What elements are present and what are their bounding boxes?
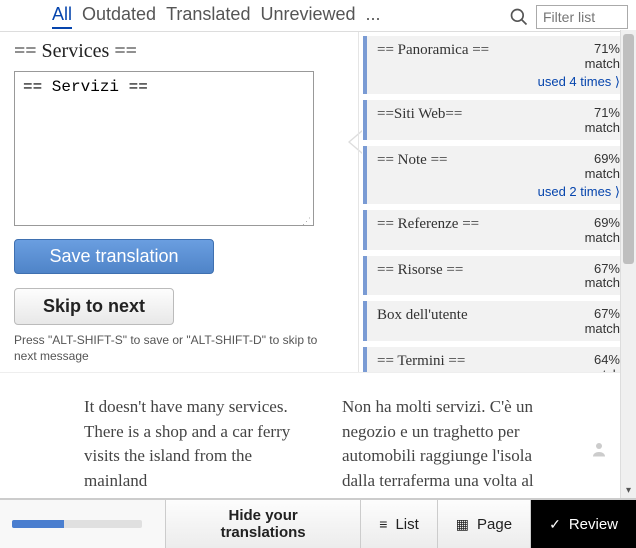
tab-translated[interactable]: Translated: [166, 4, 250, 29]
suggestion-item[interactable]: Box dell'utente 67%match: [363, 301, 628, 341]
suggestion-score: 67%match: [579, 307, 620, 337]
context-target: Non ha molti servizi. C'è un negozio e u…: [342, 395, 552, 484]
suggestions-list[interactable]: == Panoramica == 71%match used 4 times ⟩…: [358, 32, 636, 372]
list-icon: ≡: [379, 516, 387, 532]
scroll-down-icon[interactable]: ▾: [621, 482, 636, 498]
suggestion-item[interactable]: == Note == 69%match used 2 times ⟩: [363, 146, 628, 204]
suggestion-text: == Referenze ==: [377, 216, 479, 233]
translation-input[interactable]: [14, 71, 314, 226]
save-translation-button[interactable]: Save translation: [14, 239, 214, 274]
check-icon: ✓: [549, 516, 561, 533]
suggestion-used-link[interactable]: used 2 times ⟩: [377, 184, 620, 200]
suggestion-score: 71%match: [579, 106, 620, 136]
user-avatar-icon: [590, 440, 608, 458]
review-button[interactable]: ✓ Review: [530, 500, 636, 548]
tab-more[interactable]: ...: [366, 4, 381, 29]
suggestion-item[interactable]: == Termini == 64%match: [363, 347, 628, 372]
suggestion-score: 69%match: [579, 152, 620, 182]
tab-outdated[interactable]: Outdated: [82, 4, 156, 29]
suggestion-item[interactable]: == Referenze == 69%match: [363, 210, 628, 250]
review-label: Review: [569, 516, 618, 533]
suggestion-text: == Note ==: [377, 152, 448, 169]
source-text: == Services ==: [14, 40, 344, 63]
suggestion-text: == Termini ==: [377, 353, 465, 370]
suggestion-item[interactable]: ==Siti Web== 71%match: [363, 100, 628, 140]
hide-translations-button[interactable]: Hide your translations: [165, 500, 360, 548]
suggestion-score: 64%match: [579, 353, 620, 372]
skip-to-next-button[interactable]: Skip to next: [14, 288, 174, 325]
page-label: Page: [477, 516, 512, 533]
tab-all[interactable]: All: [52, 4, 72, 29]
list-label: List: [395, 516, 418, 533]
scrollbar-thumb[interactable]: [623, 34, 634, 264]
filter-input[interactable]: [536, 5, 628, 29]
shortcut-hint: Press "ALT-SHIFT-S" to save or "ALT-SHIF…: [14, 333, 334, 364]
suggestion-text: == Risorse ==: [377, 262, 463, 279]
scrollbar[interactable]: ▾: [620, 30, 636, 498]
hide-translations-label: Hide your translations: [184, 507, 342, 542]
resize-handle-icon[interactable]: ⋰: [302, 216, 310, 227]
suggestion-item[interactable]: == Risorse == 67%match: [363, 256, 628, 296]
suggestion-text: ==Siti Web==: [377, 106, 462, 123]
suggestion-text: Box dell'utente: [377, 307, 468, 324]
list-view-button[interactable]: ≡ List: [360, 500, 437, 548]
tab-unreviewed[interactable]: Unreviewed: [260, 4, 355, 29]
context-source: It doesn't have many services. There is …: [84, 395, 294, 484]
progress-bar: [0, 500, 165, 548]
grid-icon: ▦: [456, 516, 469, 533]
suggestion-score: 67%match: [579, 262, 620, 292]
suggestion-used-link[interactable]: used 4 times ⟩: [377, 74, 620, 90]
suggestion-text: == Panoramica ==: [377, 42, 489, 59]
page-view-button[interactable]: ▦ Page: [437, 500, 530, 548]
suggestion-score: 69%match: [579, 216, 620, 246]
search-icon[interactable]: [508, 6, 530, 28]
suggestion-item[interactable]: == Panoramica == 71%match used 4 times ⟩: [363, 36, 628, 94]
suggestion-score: 71%match: [579, 42, 620, 72]
